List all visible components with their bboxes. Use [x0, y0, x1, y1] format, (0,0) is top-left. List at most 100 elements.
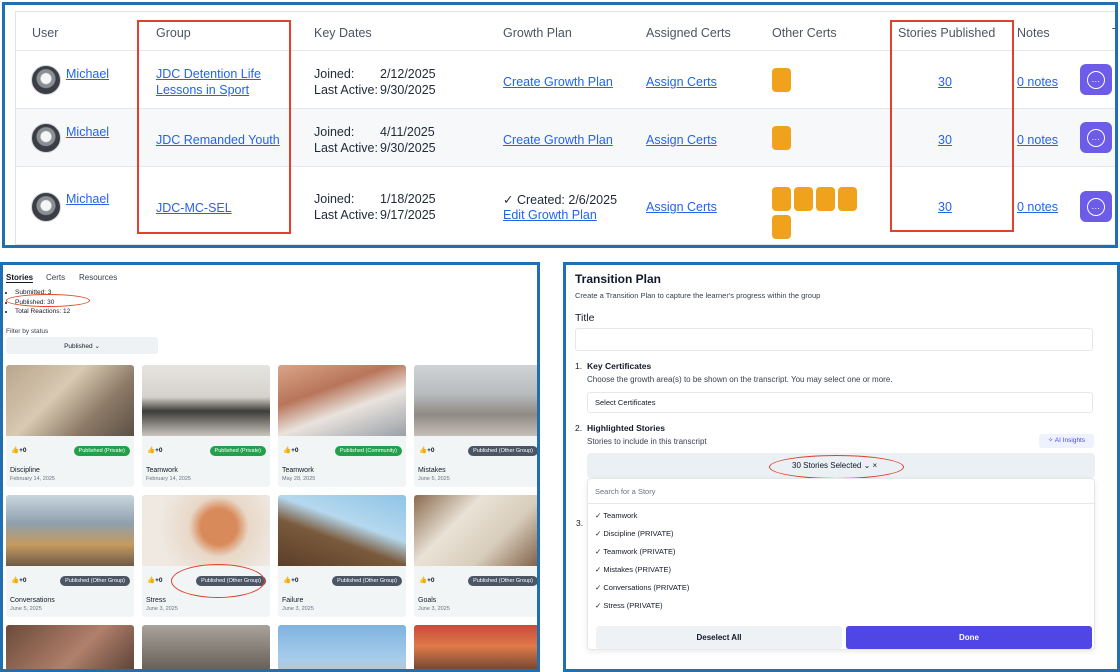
story-title: Stress: [146, 597, 166, 604]
ellipsis-icon: …: [1087, 70, 1105, 89]
tab-stories[interactable]: Stories: [6, 273, 34, 283]
story-option[interactable]: ✓ Mistakes (PRIVATE): [595, 565, 671, 574]
more-options-button[interactable]: …: [1080, 64, 1112, 95]
cert-badge[interactable]: [816, 187, 835, 211]
cert-badge[interactable]: [838, 187, 857, 211]
story-card[interactable]: 👍+0 Published (Other Group) Conversation…: [6, 495, 134, 617]
status-badge: Published (Other Group): [196, 576, 266, 586]
ellipsis-icon: …: [1087, 197, 1105, 216]
story-option[interactable]: ✓ Teamwork: [595, 511, 637, 520]
cert-badge[interactable]: [772, 68, 791, 92]
story-card[interactable]: [6, 625, 134, 669]
story-date: May 28, 2025: [282, 476, 316, 482]
story-title: Goals: [418, 597, 437, 604]
active-label: Last Active:: [314, 83, 378, 97]
story-card[interactable]: 👍+0 Published (Other Group) Mistakes Jun…: [414, 365, 537, 487]
notes-link[interactable]: 0 notes: [1017, 200, 1058, 214]
cert-badge[interactable]: [794, 187, 813, 211]
header-group: Group: [156, 26, 191, 40]
story-image: [414, 495, 537, 566]
step1-number: 1.: [575, 361, 583, 371]
story-card[interactable]: [414, 625, 537, 669]
joined-label: Joined:: [314, 192, 355, 206]
story-card[interactable]: 👍+0 Published (Community) Teamwork May 2…: [278, 365, 406, 487]
ellipsis-icon: …: [1087, 128, 1105, 147]
stories-count-link[interactable]: 30: [938, 75, 952, 89]
deselect-all-button[interactable]: Deselect All: [596, 626, 842, 649]
reaction-count[interactable]: 👍+0: [419, 576, 435, 584]
reaction-count[interactable]: 👍+0: [147, 576, 163, 584]
title-label: Title: [575, 312, 595, 324]
header-key-dates: Key Dates: [314, 26, 372, 40]
reaction-count[interactable]: 👍+0: [419, 446, 435, 454]
reaction-count[interactable]: 👍+0: [11, 576, 27, 584]
plan-title: Transition Plan: [575, 272, 662, 286]
story-option[interactable]: ✓ Conversations (PRIVATE): [595, 583, 689, 592]
story-card[interactable]: [278, 625, 406, 669]
tab-resources[interactable]: Resources: [79, 273, 117, 282]
user-link[interactable]: Michael: [66, 67, 109, 81]
header-assigned-certs: Assigned Certs: [646, 26, 731, 40]
tab-certs[interactable]: Certs: [46, 273, 65, 282]
assign-certs-link[interactable]: Assign Certs: [646, 200, 717, 214]
story-date: June 3, 2025: [418, 606, 450, 612]
story-card[interactable]: 👍+0 Published (Other Group) Stress June …: [142, 495, 270, 617]
story-title: Mistakes: [418, 467, 446, 474]
story-card[interactable]: [142, 625, 270, 669]
story-image: [414, 365, 537, 436]
reaction-count[interactable]: 👍+0: [147, 446, 163, 454]
user-link[interactable]: Michael: [66, 192, 109, 206]
assign-certs-link[interactable]: Assign Certs: [646, 133, 717, 147]
active-label: Last Active:: [314, 141, 378, 155]
notes-link[interactable]: 0 notes: [1017, 133, 1058, 147]
cert-badge[interactable]: [772, 215, 791, 239]
create-growth-plan-link[interactable]: Create Growth Plan: [503, 133, 613, 147]
story-option[interactable]: ✓ Stress (PRIVATE): [595, 601, 663, 610]
stories-select[interactable]: 30 Stories Selected ⌄ ×: [587, 453, 1095, 478]
done-button[interactable]: Done: [846, 626, 1092, 649]
story-image: [6, 495, 134, 566]
more-options-button[interactable]: …: [1080, 122, 1112, 153]
assign-certs-link[interactable]: Assign Certs: [646, 75, 717, 89]
ai-insights-button[interactable]: ✧ AI Insights: [1039, 434, 1094, 448]
transition-plan-panel: Transition Plan Create a Transition Plan…: [563, 262, 1120, 672]
reaction-count[interactable]: 👍+0: [283, 576, 299, 584]
group-link-line2[interactable]: Lessons in Sport: [156, 83, 249, 97]
status-filter-select[interactable]: Published ⌄: [6, 337, 158, 354]
stories-dropdown: Search for a Story ✓ Teamwork ✓ Discipli…: [587, 478, 1095, 650]
story-image: [142, 495, 270, 566]
reaction-count[interactable]: 👍+0: [283, 446, 299, 454]
user-link[interactable]: Michael: [66, 125, 109, 139]
story-image: [278, 365, 406, 436]
story-image: [278, 495, 406, 566]
create-growth-plan-link[interactable]: Create Growth Plan: [503, 75, 613, 89]
filter-label: Filter by status: [6, 328, 49, 335]
cert-badge[interactable]: [772, 187, 791, 211]
notes-link[interactable]: 0 notes: [1017, 75, 1058, 89]
stories-count-link[interactable]: 30: [938, 133, 952, 147]
story-card[interactable]: 👍+0 Published (Private) Teamwork Februar…: [142, 365, 270, 487]
story-image: [6, 625, 134, 669]
group-link-line1[interactable]: JDC Remanded Youth: [156, 133, 280, 147]
group-link-line1[interactable]: JDC Detention Life: [156, 67, 261, 81]
active-label: Last Active:: [314, 208, 378, 222]
story-image: [142, 365, 270, 436]
story-card[interactable]: 👍+0 Published (Private) Discipline Febru…: [6, 365, 134, 487]
title-input[interactable]: [575, 328, 1093, 351]
edit-growth-plan-link[interactable]: Edit Growth Plan: [503, 208, 597, 222]
certificates-select[interactable]: Select Certificates: [587, 392, 1093, 413]
active-date: 9/17/2025: [380, 208, 436, 222]
story-search-input[interactable]: Search for a Story: [588, 479, 1094, 504]
stories-count-link[interactable]: 30: [938, 200, 952, 214]
cert-badge[interactable]: [772, 126, 791, 150]
more-options-button[interactable]: …: [1080, 191, 1112, 222]
story-card[interactable]: 👍+0 Published (Other Group) Failure June…: [278, 495, 406, 617]
stat-submitted: Submitted: 3: [15, 288, 70, 298]
story-option[interactable]: ✓ Teamwork (PRIVATE): [595, 547, 675, 556]
story-option[interactable]: ✓ Discipline (PRIVATE): [595, 529, 674, 538]
story-date: June 5, 2025: [418, 476, 450, 482]
group-link-line1[interactable]: JDC-MC-SEL: [156, 201, 232, 215]
header-user: User: [32, 26, 59, 40]
story-card[interactable]: 👍+0 Published (Other Group) Goals June 3…: [414, 495, 537, 617]
reaction-count[interactable]: 👍+0: [11, 446, 27, 454]
